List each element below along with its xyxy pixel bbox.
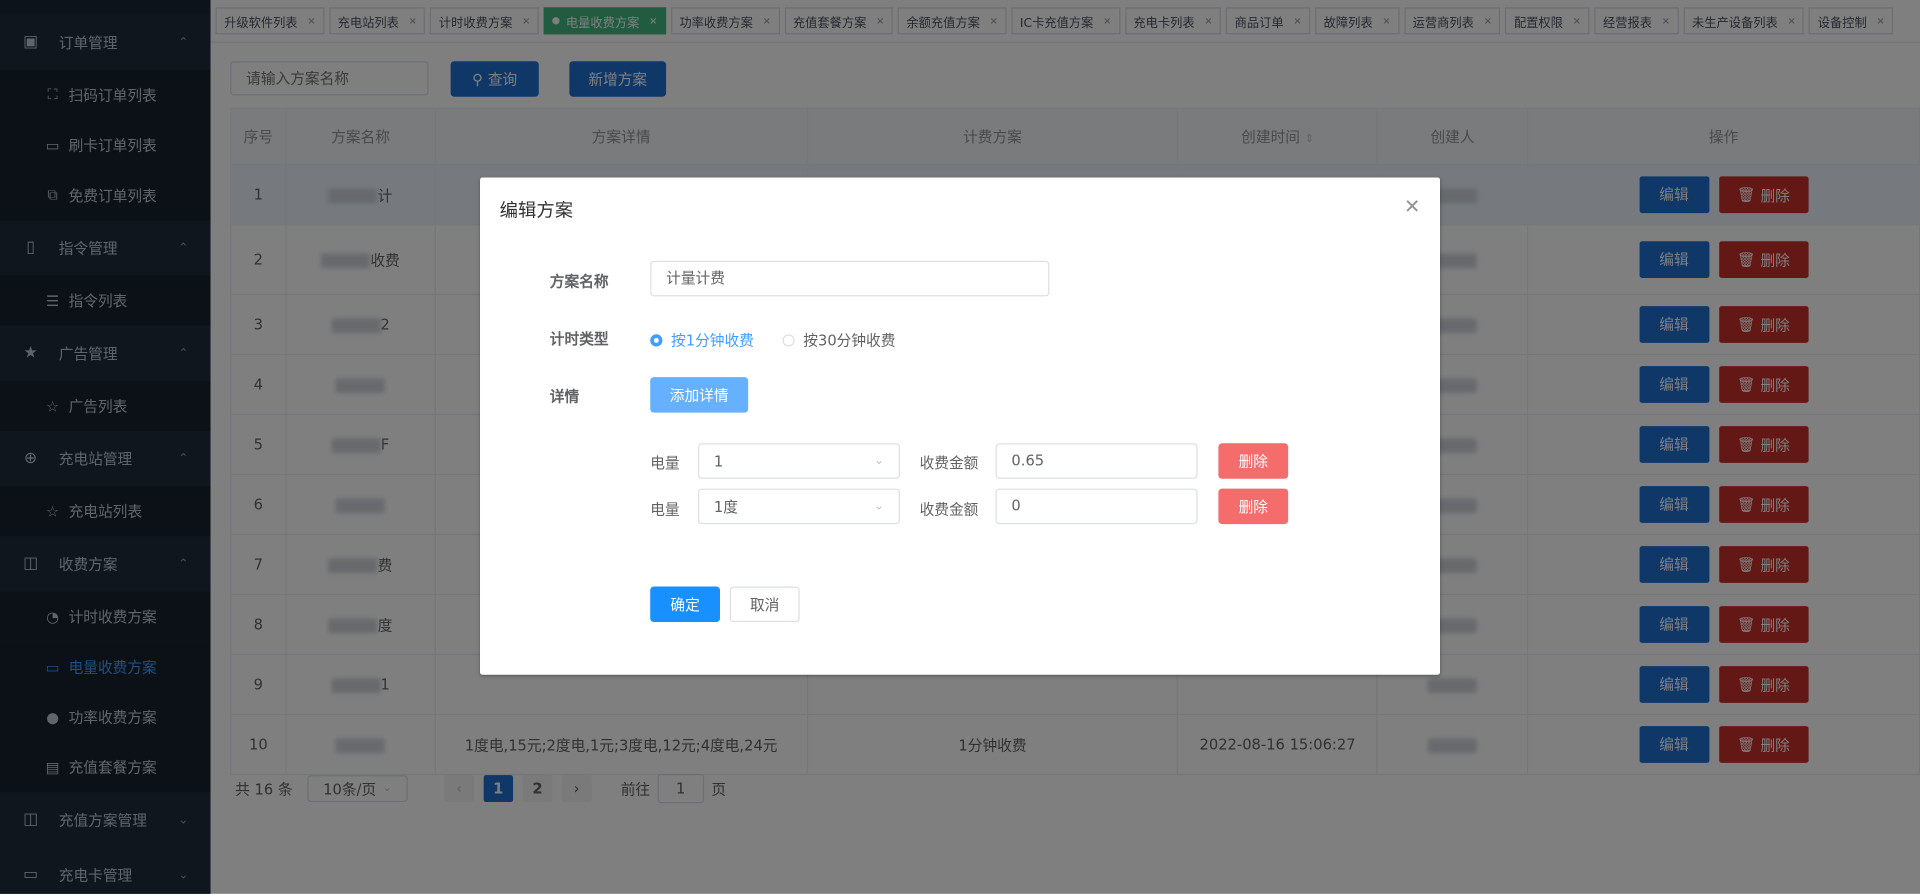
qty-select[interactable]: 1 ⌄ bbox=[697, 443, 901, 479]
confirm-button[interactable]: 确定 bbox=[650, 586, 721, 623]
radio-label: 按30分钟收费 bbox=[803, 331, 896, 349]
radio-1-minute[interactable]: 按1分钟收费 bbox=[650, 329, 754, 350]
radio-unchecked-icon bbox=[782, 333, 795, 346]
amount-label: 收费金额 bbox=[919, 454, 979, 472]
add-detail-button[interactable]: 添加详情 bbox=[650, 377, 749, 413]
radio-30-minutes[interactable]: 按30分钟收费 bbox=[782, 329, 895, 350]
qty-value: 1度 bbox=[713, 498, 738, 516]
amount-input[interactable]: 0.65 bbox=[995, 443, 1198, 479]
chevron-down-icon: ⌄ bbox=[873, 499, 885, 514]
close-icon[interactable]: ✕ bbox=[1404, 195, 1420, 218]
qty-select[interactable]: 1度 ⌄ bbox=[697, 488, 901, 525]
plan-name-label: 方案名称 bbox=[549, 273, 609, 291]
edit-plan-dialog: 编辑方案 ✕ 方案名称 计量计费 计时类型 按1分钟收费 按30分钟收费 详情 … bbox=[480, 177, 1441, 675]
amount-label: 收费金额 bbox=[919, 500, 979, 518]
amount-input[interactable]: 0 bbox=[995, 488, 1198, 525]
plan-name-input[interactable]: 计量计费 bbox=[650, 260, 1050, 297]
cancel-button[interactable]: 取消 bbox=[729, 586, 800, 623]
radio-checked-icon bbox=[650, 333, 663, 346]
time-type-label: 计时类型 bbox=[549, 330, 609, 348]
qty-label: 电量 bbox=[650, 454, 680, 472]
dialog-title: 编辑方案 bbox=[499, 199, 574, 222]
delete-detail-button[interactable]: 删除 bbox=[1218, 443, 1289, 479]
chevron-down-icon: ⌄ bbox=[873, 454, 885, 468]
qty-label: 电量 bbox=[650, 500, 680, 518]
qty-value: 1 bbox=[713, 452, 724, 470]
radio-label: 按1分钟收费 bbox=[671, 331, 754, 349]
detail-label: 详情 bbox=[549, 388, 580, 406]
delete-detail-button[interactable]: 删除 bbox=[1218, 488, 1289, 525]
